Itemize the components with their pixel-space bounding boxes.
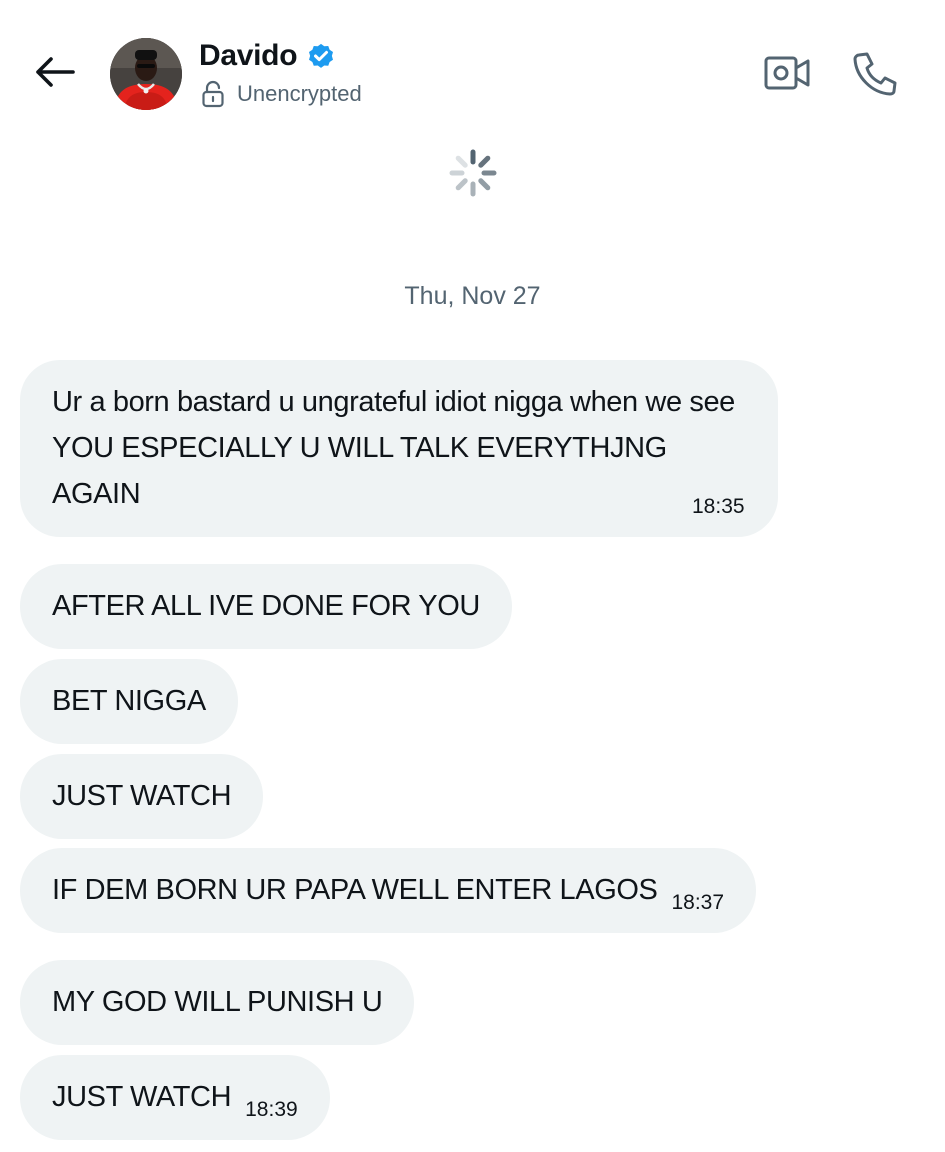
message-timestamp: 18:39 xyxy=(245,1098,298,1121)
message-text: Ur a born bastard u ungrateful idiot nig… xyxy=(52,386,735,510)
message-text: AFTER ALL IVE DONE FOR YOU xyxy=(52,590,480,622)
arrow-left-icon xyxy=(36,57,75,87)
contact-name[interactable]: Davido xyxy=(199,38,298,74)
message-timestamp: 18:37 xyxy=(671,891,725,914)
phone-call-button[interactable] xyxy=(850,50,900,96)
avatar[interactable] xyxy=(110,38,182,110)
message-bubble[interactable]: BET NIGGA xyxy=(20,659,238,744)
message-timestamp: 18:35 xyxy=(692,495,745,518)
verified-badge-icon xyxy=(309,43,333,68)
message-bubble[interactable]: IF DEM BORN UR PAPA WELL ENTER LAGOS 18:3… xyxy=(20,848,757,933)
avatar-image xyxy=(110,38,182,110)
phone-icon xyxy=(853,52,897,96)
message-text: MY GOD WILL PUNISH U xyxy=(52,986,383,1018)
message-bubble[interactable]: JUST WATCH 18:39 xyxy=(20,1055,330,1140)
date-separator: Thu, Nov 27 xyxy=(404,282,541,310)
message-bubble[interactable]: AFTER ALL IVE DONE FOR YOU xyxy=(20,564,512,649)
dm-conversation-screen: Davido Unencrypted Thu, Nov 27 Ur a born… xyxy=(0,0,945,1152)
message-bubble[interactable]: MY GOD WILL PUNISH U xyxy=(20,960,415,1045)
back-button[interactable] xyxy=(30,52,78,92)
message-text: JUST WATCH xyxy=(52,780,232,812)
unlocked-padlock-icon xyxy=(202,80,224,108)
message-bubble[interactable]: JUST WATCH xyxy=(20,754,264,839)
encryption-status: Unencrypted xyxy=(237,81,362,106)
video-camera-icon xyxy=(764,56,810,90)
conversation-header: Davido Unencrypted xyxy=(0,0,945,140)
message-bubble[interactable]: Ur a born bastard u ungrateful idiot nig… xyxy=(20,360,778,537)
video-call-button[interactable] xyxy=(762,52,812,94)
spinner-icon xyxy=(449,149,497,197)
message-text: IF DEM BORN UR PAPA WELL ENTER LAGOS xyxy=(52,874,658,906)
message-text: BET NIGGA xyxy=(52,685,206,717)
message-text: JUST WATCH xyxy=(52,1081,232,1113)
